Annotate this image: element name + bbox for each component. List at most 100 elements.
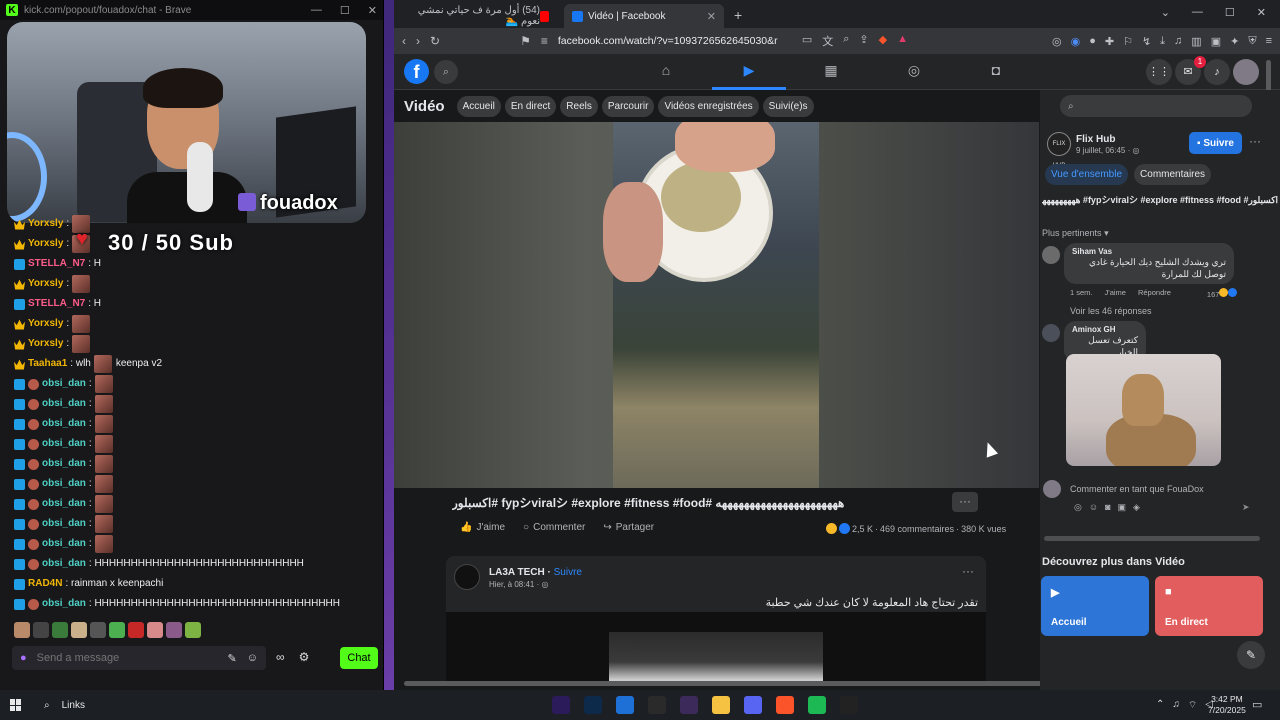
headset-icon[interactable]: ♫ [1172, 699, 1180, 712]
tab-reels[interactable]: Reels [560, 95, 598, 117]
comment-reply-link[interactable]: Répondre [1138, 288, 1171, 299]
chat-username[interactable]: Yorxsly [28, 214, 63, 234]
tab-youtube[interactable]: (54) أول مرة ف حياتي نمشي نعوم 🏊 [402, 4, 562, 28]
taskbar-app-icon[interactable] [808, 696, 826, 714]
back-icon[interactable]: ‹ [402, 34, 406, 48]
view-replies-link[interactable]: Voir les 46 réponses [1070, 306, 1152, 316]
nav-gaming-icon[interactable]: ◘ [986, 62, 1006, 82]
brave-shield-icon[interactable]: ◆ [879, 33, 887, 49]
chat-username[interactable]: obsi_dan [42, 594, 86, 614]
commenter-avatar[interactable] [1042, 324, 1060, 342]
reaction-count[interactable]: 2,5 K [852, 524, 873, 534]
url-field[interactable]: facebook.com/watch/?v=1093726562645030&r… [558, 35, 778, 47]
video-player[interactable] [394, 122, 1039, 488]
chat-username[interactable]: obsi_dan [42, 434, 86, 454]
chat-username[interactable]: obsi_dan [42, 554, 86, 574]
extension-icon[interactable]: ● [1089, 35, 1096, 48]
wifi-icon[interactable]: ⌔ [1188, 699, 1197, 712]
facebook-logo-icon[interactable]: f [404, 59, 429, 84]
emoji-icon[interactable]: ☺ [1089, 502, 1098, 513]
rewards-icon[interactable]: ∞ [276, 650, 285, 664]
chat-username[interactable]: Yorxsly [28, 234, 63, 254]
taskbar-search[interactable]: ⌕ Links [44, 700, 85, 711]
commenter-name[interactable]: Siham Vas [1072, 247, 1226, 256]
taskbar-app-icon[interactable] [776, 696, 794, 714]
close-tab-icon[interactable]: ✕ [707, 10, 716, 23]
search-icon[interactable]: ⌕ [434, 60, 458, 84]
post-media[interactable] [446, 612, 986, 686]
taskbar-app-icon[interactable] [584, 696, 602, 714]
settings-gear-icon[interactable]: ⚙ [299, 650, 310, 664]
tab-parcourir[interactable]: Parcourir [601, 95, 655, 117]
send-message-input[interactable] [36, 652, 218, 664]
leo-icon[interactable]: ✦ [1230, 35, 1239, 48]
notification-icon[interactable]: ▭ [1252, 698, 1262, 711]
reload-icon[interactable]: ↻ [430, 34, 440, 48]
minimize-icon[interactable]: — [311, 4, 322, 17]
taskbar-app-icon[interactable] [616, 696, 634, 714]
chat-username[interactable]: Yorxsly [28, 314, 63, 334]
chat-send-button[interactable]: Chat [340, 647, 378, 669]
send-icon[interactable]: ➤ [1242, 502, 1250, 513]
media-icon[interactable]: ♫ [1174, 35, 1182, 48]
share-icon[interactable]: ⇪ [859, 33, 868, 49]
emote[interactable] [33, 622, 49, 638]
more-options-button[interactable]: ··· [952, 492, 978, 512]
menu-grid-icon[interactable]: ⋮⋮ [1146, 59, 1172, 85]
profile-avatar[interactable] [1233, 59, 1259, 85]
page-avatar[interactable]: FLIX HUB [1047, 132, 1071, 169]
nav-groups-icon[interactable]: ◎ [904, 62, 924, 82]
chat-username[interactable]: Taahaa1 [28, 354, 67, 374]
emoji-icon[interactable]: ☺ [247, 652, 258, 664]
taskbar-app-icon[interactable] [840, 696, 858, 714]
chat-username[interactable]: obsi_dan [42, 454, 86, 474]
discover-home-card[interactable]: ▶ Accueil [1041, 576, 1149, 636]
chat-username[interactable]: obsi_dan [42, 414, 86, 434]
sticker-icon[interactable]: ◎ [1074, 502, 1082, 513]
extension-icon[interactable]: ↯ [1142, 35, 1151, 48]
translate-icon[interactable]: 文 [822, 33, 833, 49]
chat-username[interactable]: Yorxsly [28, 274, 63, 294]
wallet-icon[interactable]: ▣ [1211, 35, 1221, 48]
chat-username[interactable]: STELLA_N7 [28, 254, 85, 274]
comment-button[interactable]: ○ Commenter [523, 522, 585, 533]
vpn-icon[interactable]: ⛨ [1248, 35, 1256, 48]
commenter-avatar[interactable] [1042, 246, 1060, 264]
emote[interactable] [90, 622, 106, 638]
chat-username[interactable]: obsi_dan [42, 374, 86, 394]
chat-username[interactable]: Yorxsly [28, 334, 63, 354]
follow-link[interactable]: Suivre [554, 567, 582, 578]
extension-icon[interactable]: ◎ [1052, 35, 1062, 48]
comment-image[interactable] [1066, 354, 1221, 466]
download-icon[interactable]: ⤓ [1160, 35, 1165, 48]
tab-comments[interactable]: Commentaires [1134, 164, 1212, 185]
maximize-icon[interactable]: ☐ [1225, 6, 1235, 19]
emote[interactable] [147, 622, 163, 638]
new-tab-icon[interactable]: + [734, 7, 742, 23]
chat-username[interactable]: obsi_dan [42, 474, 86, 494]
forward-icon[interactable]: › [416, 34, 420, 48]
sidebar-icon[interactable]: ▥ [1191, 35, 1201, 48]
site-info-icon[interactable]: ≡ [541, 34, 548, 48]
page-options-icon[interactable]: ··· [1249, 134, 1261, 148]
tab-videos-enregistrees[interactable]: Vidéos enregistrées [658, 95, 759, 117]
taskbar-clock[interactable]: 3:42 PM 7/20/2025 [1208, 694, 1246, 716]
emote[interactable] [166, 622, 182, 638]
nav-marketplace-icon[interactable]: ▦ [821, 62, 841, 82]
zoom-icon[interactable]: ⌕ [843, 33, 849, 49]
emote[interactable] [14, 622, 30, 638]
maximize-icon[interactable]: ☐ [340, 4, 350, 17]
comments-scrollbar[interactable] [1044, 536, 1260, 541]
discover-live-card[interactable]: ■ En direct [1155, 576, 1263, 636]
translate-icon[interactable]: ✎ [228, 652, 237, 665]
comment-sort-dropdown[interactable]: Plus pertinents ▾ [1042, 228, 1109, 239]
chat-username[interactable]: STELLA_N7 [28, 294, 85, 314]
chat-username[interactable]: obsi_dan [42, 394, 86, 414]
tab-en-direct[interactable]: En direct [504, 95, 557, 117]
share-button[interactable]: ↪ Partager [603, 522, 654, 533]
commenter-name[interactable]: Aminox GH [1072, 325, 1138, 334]
nav-video-icon[interactable]: ▶ [739, 62, 759, 82]
taskbar-app-icon[interactable] [744, 696, 762, 714]
page-name[interactable]: Flix Hub [1076, 134, 1115, 145]
avatar-sticker-icon[interactable]: ◈ [1133, 502, 1140, 513]
